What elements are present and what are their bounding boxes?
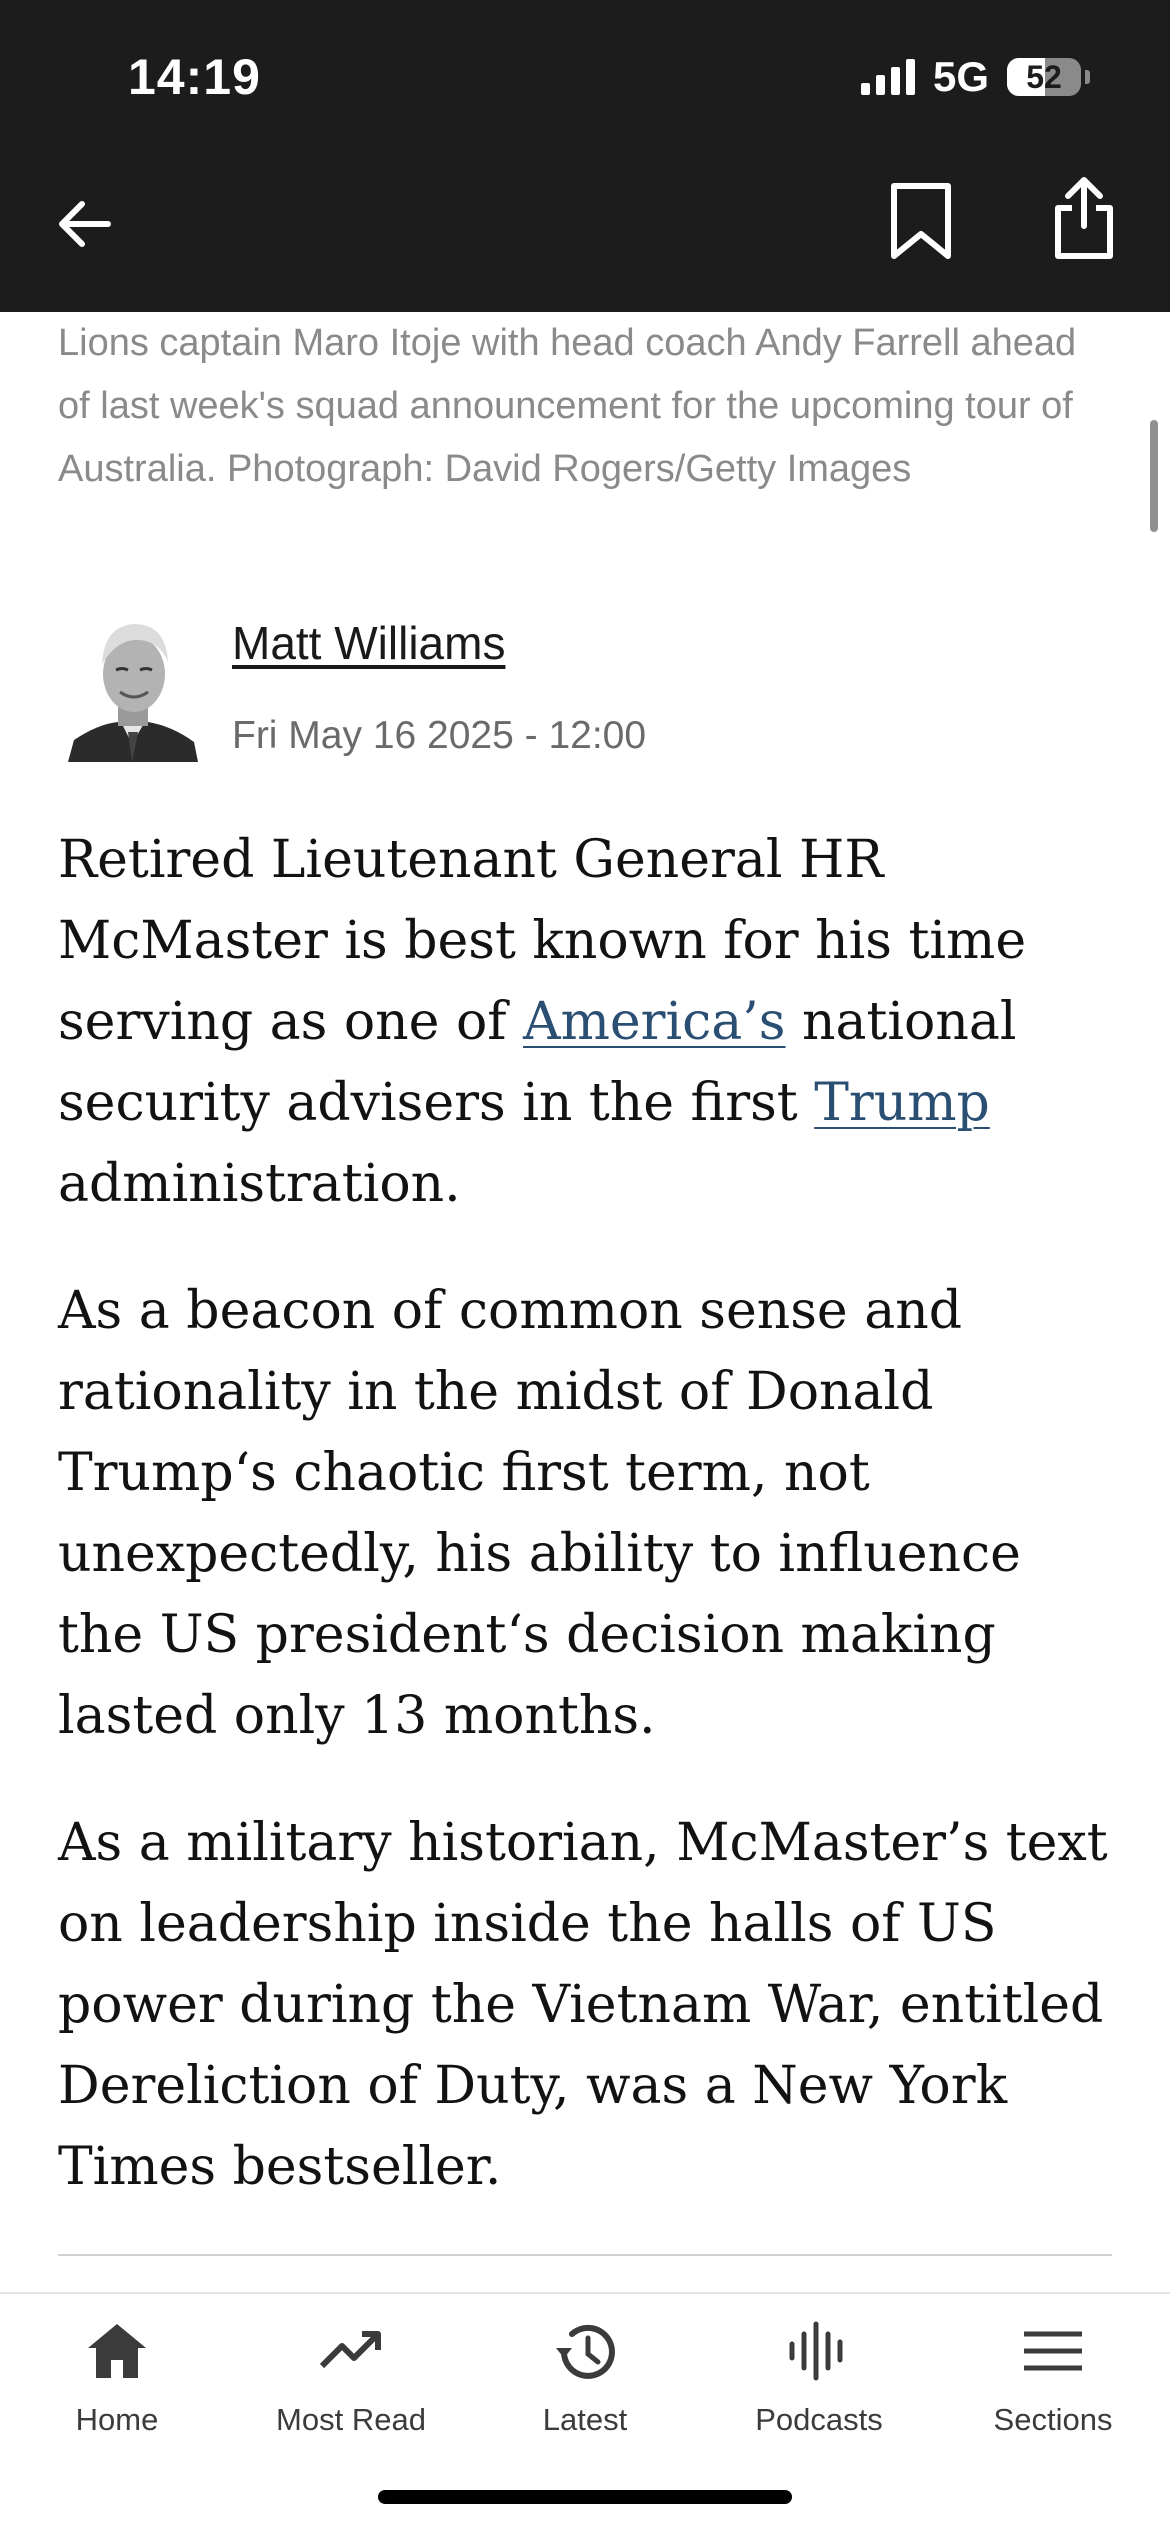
paragraph-text: administration.	[58, 1154, 461, 1214]
publish-date: Fri May 16 2025 - 12:00	[232, 714, 647, 757]
america-link[interactable]: America’s	[523, 992, 785, 1052]
history-icon	[556, 2324, 615, 2379]
tab-label: Podcasts	[755, 2402, 883, 2437]
share-icon	[1055, 177, 1113, 259]
menu-icon	[1024, 2331, 1082, 2371]
tab-home[interactable]: Home	[0, 2294, 234, 2464]
tab-podcasts[interactable]: Podcasts	[702, 2294, 936, 2464]
tab-latest[interactable]: Latest	[468, 2294, 702, 2464]
tab-label: Home	[75, 2402, 159, 2437]
bookmark-icon	[891, 183, 951, 259]
top-bar: 14:19 5G 52	[0, 0, 1170, 312]
paragraph: Retired Lieutenant General HR McMaster i…	[58, 820, 1118, 1225]
home-icon	[88, 2324, 146, 2378]
status-time: 14:19	[128, 49, 261, 105]
battery-icon: 52	[1007, 58, 1081, 96]
tab-label: Most Read	[276, 2402, 426, 2437]
share-button[interactable]	[1048, 176, 1120, 260]
podcast-icon	[789, 2321, 843, 2381]
image-caption: Lions captain Maro Itoje with head coach…	[58, 322, 1077, 490]
tab-label: Latest	[542, 2402, 628, 2437]
tab-most-read[interactable]: Most Read	[234, 2294, 468, 2464]
scroll-indicator[interactable]	[1150, 420, 1158, 532]
byline: Matt Williams Fri May 16 2025 - 12:00	[58, 606, 1118, 766]
home-indicator[interactable]	[378, 2490, 792, 2504]
tab-sections[interactable]: Sections	[936, 2294, 1170, 2464]
paragraph: As a beacon of common sense and rational…	[58, 1281, 1021, 1746]
arrow-left-icon	[59, 201, 111, 247]
paragraph: As a military historian, McMaster’s text…	[58, 1813, 1108, 2197]
battery-level: 52	[1026, 58, 1062, 95]
battery-tip	[1085, 70, 1090, 84]
bookmark-button[interactable]	[886, 182, 956, 262]
author-avatar[interactable]	[68, 612, 198, 762]
status-icons: 5G 52	[860, 52, 1090, 102]
trump-link[interactable]: Trump	[814, 1073, 990, 1133]
article-body: Retired Lieutenant General HR McMaster i…	[58, 820, 1118, 2254]
tab-label: Sections	[993, 2402, 1113, 2437]
content-divider	[58, 2254, 1112, 2256]
network-type: 5G	[932, 53, 989, 100]
trending-icon	[319, 2331, 381, 2369]
author-name-link[interactable]: Matt Williams	[232, 616, 505, 670]
signal-icon	[860, 59, 915, 95]
back-button[interactable]	[52, 192, 116, 256]
